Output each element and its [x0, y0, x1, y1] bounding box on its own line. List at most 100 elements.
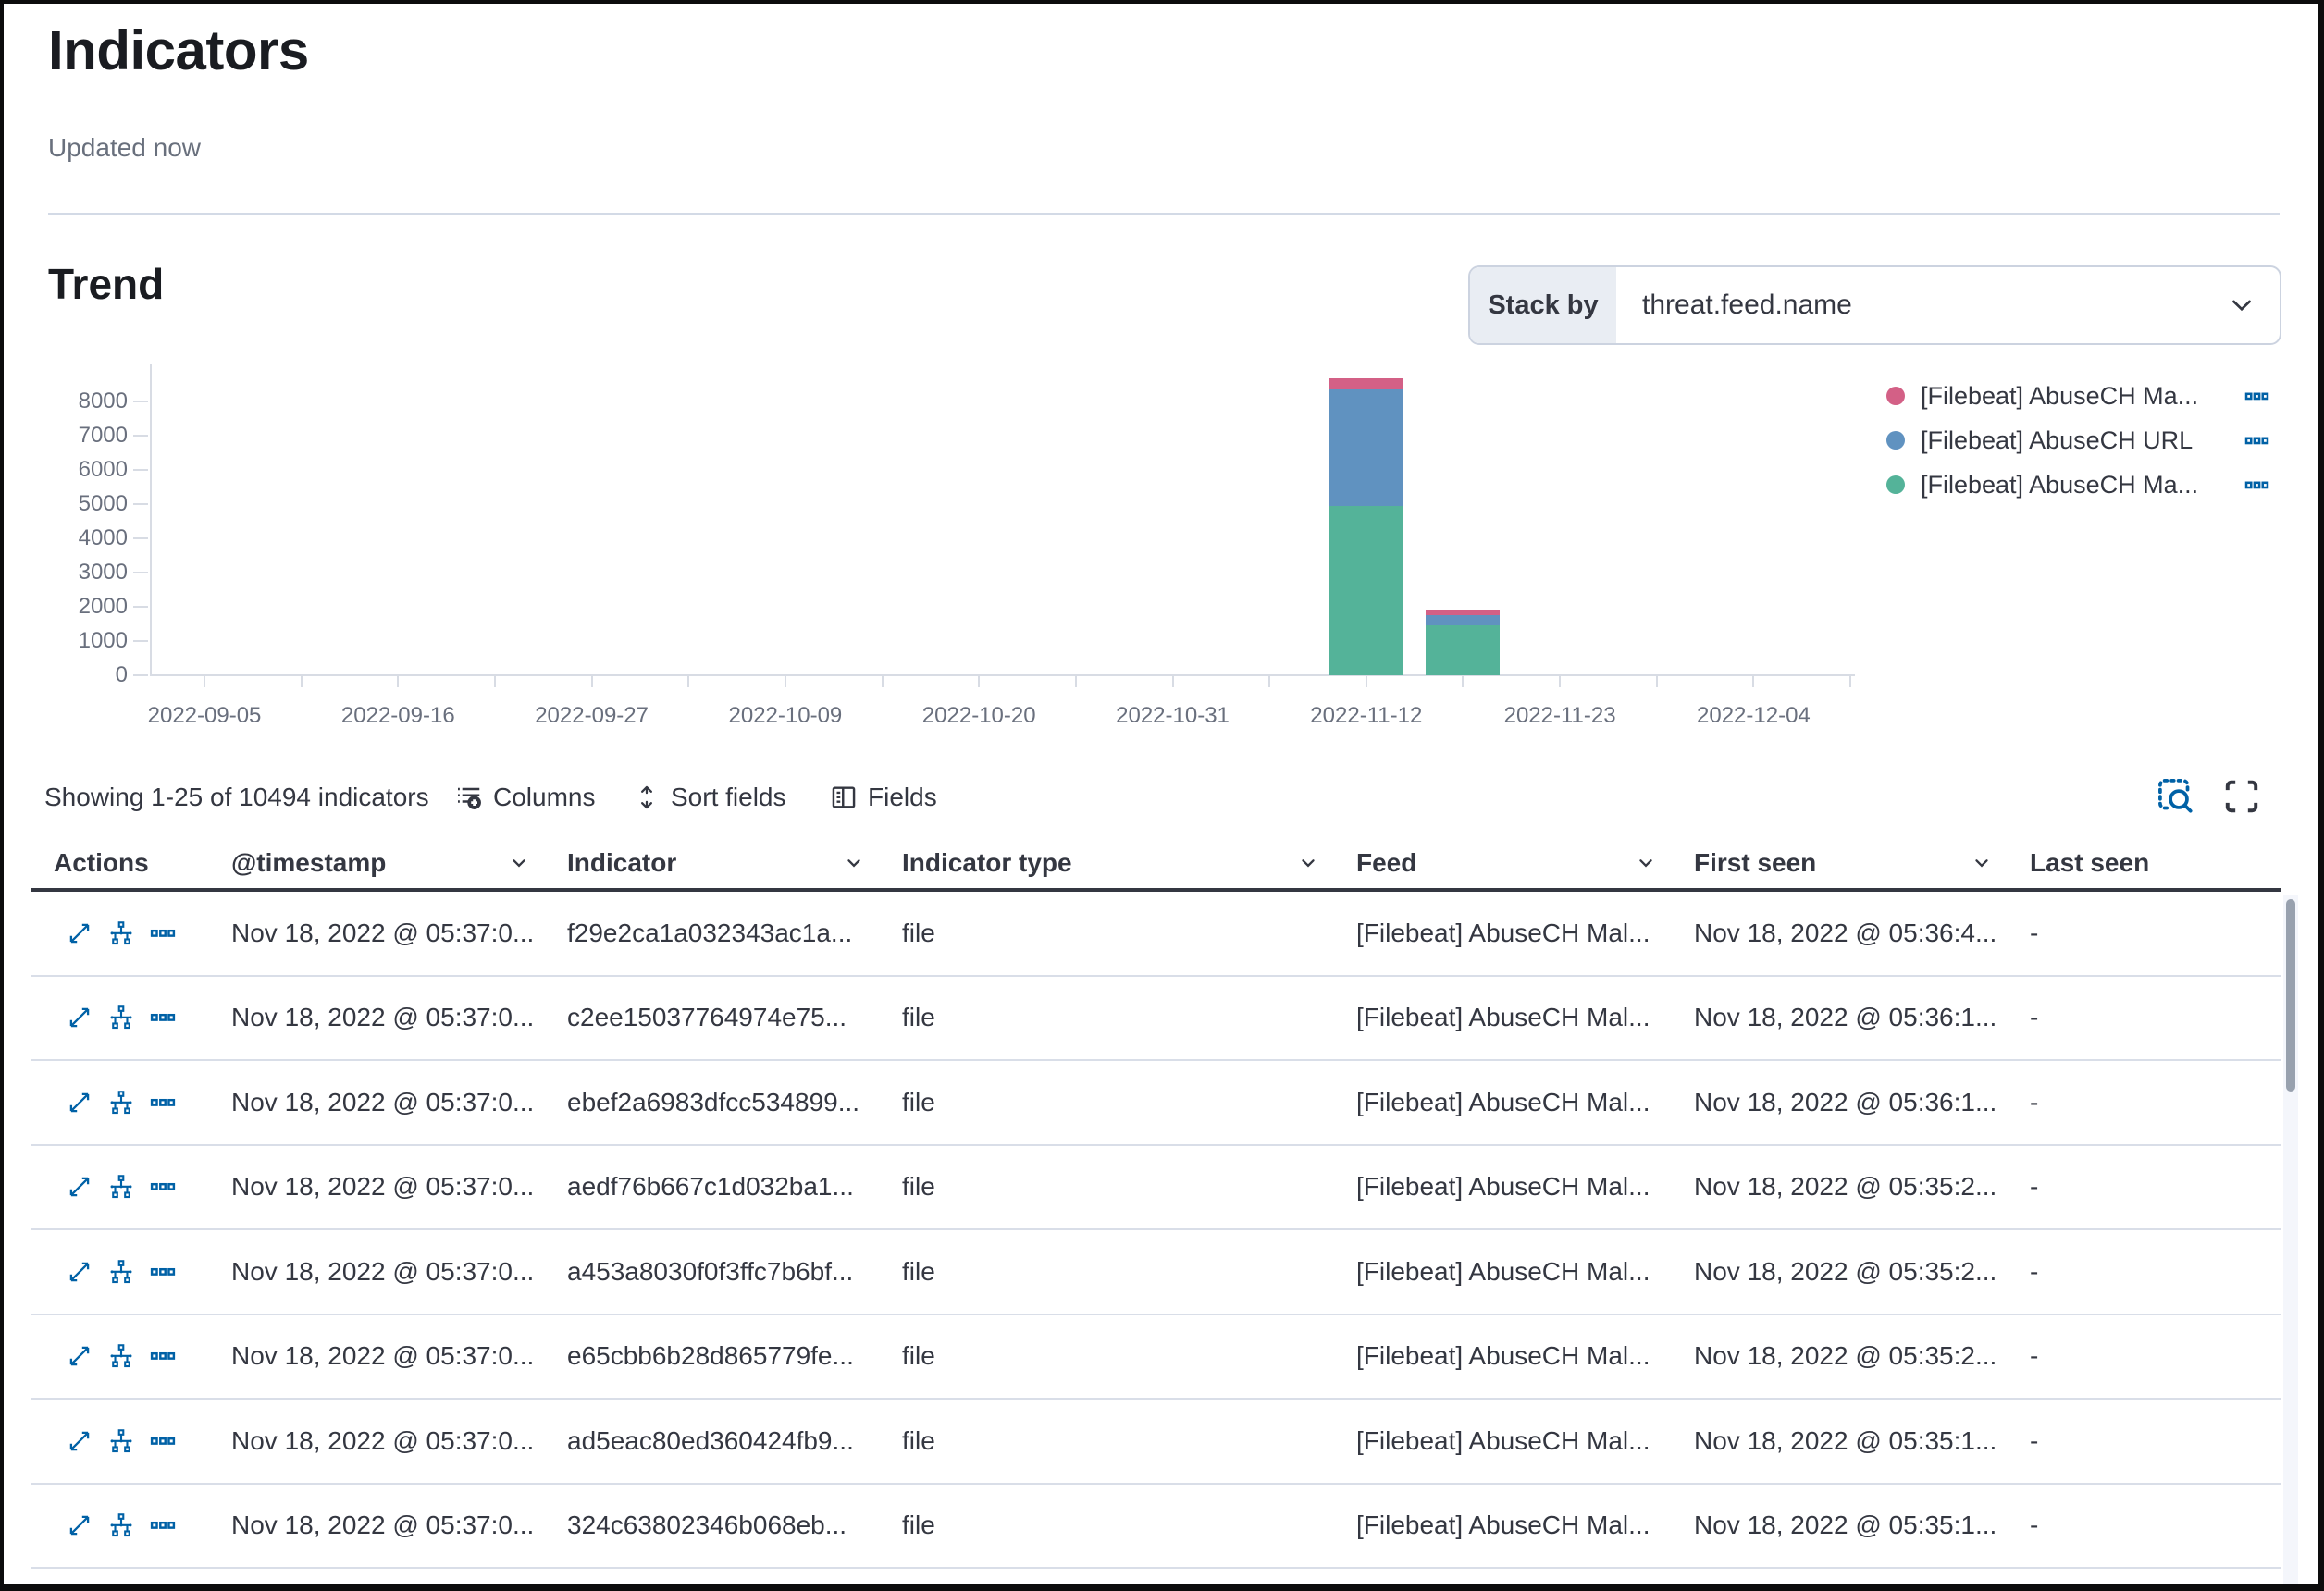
more-actions-icon[interactable]: [150, 1005, 176, 1030]
investigate-timeline-icon[interactable]: [108, 1259, 134, 1285]
more-actions-icon[interactable]: [150, 1090, 176, 1116]
last-seen-cell[interactable]: -: [2017, 1485, 2281, 1570]
column-header--timestamp[interactable]: @timestamp: [218, 838, 554, 888]
expand-icon[interactable]: [67, 1512, 93, 1538]
sort-fields-button[interactable]: Sort fields: [633, 777, 786, 818]
first-seen-cell[interactable]: Nov 18, 2022 @ 05:35:2...: [1681, 1315, 2017, 1400]
legend-item[interactable]: [Filebeat] AbuseCH Ma...: [1886, 374, 2269, 418]
last-seen-cell[interactable]: -: [2017, 1315, 2281, 1400]
more-actions-icon[interactable]: [150, 1259, 176, 1285]
bar-segment[interactable]: [1329, 506, 1403, 675]
table-scrollbar-thumb[interactable]: [2286, 899, 2295, 1092]
feed-cell[interactable]: [Filebeat] AbuseCH Mal...: [1343, 977, 1681, 1062]
feed-cell[interactable]: [Filebeat] AbuseCH Mal...: [1343, 1315, 1681, 1400]
more-actions-icon[interactable]: [150, 1428, 176, 1454]
more-actions-icon[interactable]: [150, 1174, 176, 1200]
last-seen-cell[interactable]: -: [2017, 1400, 2281, 1485]
indicator-type-cell[interactable]: file: [889, 892, 1343, 977]
chevron-down-icon[interactable]: [508, 852, 530, 874]
indicator-type-cell[interactable]: file: [889, 1230, 1343, 1315]
legend-more-actions-icon[interactable]: [2244, 428, 2269, 453]
indicator-cell[interactable]: e65cbb6b28d865779fe...: [554, 1315, 889, 1400]
timestamp-cell[interactable]: Nov 18, 2022 @ 05:37:0...: [218, 892, 554, 977]
first-seen-cell[interactable]: Nov 18, 2022 @ 05:35:1...: [1681, 1485, 2017, 1570]
indicator-type-cell[interactable]: file: [889, 1485, 1343, 1570]
stacked-bar[interactable]: [1329, 378, 1403, 675]
last-seen-cell[interactable]: -: [2017, 1230, 2281, 1315]
bar-segment[interactable]: [1426, 625, 1500, 675]
chevron-down-icon[interactable]: [1971, 852, 1993, 874]
bar-segment[interactable]: [1329, 378, 1403, 389]
chevron-down-icon[interactable]: [1297, 852, 1319, 874]
column-header-first-seen[interactable]: First seen: [1681, 838, 2017, 888]
feed-cell[interactable]: [Filebeat] AbuseCH Mal...: [1343, 1400, 1681, 1485]
expand-icon[interactable]: [67, 1259, 93, 1285]
expand-icon[interactable]: [67, 1428, 93, 1454]
investigate-timeline-icon[interactable]: [108, 920, 134, 946]
more-actions-icon[interactable]: [150, 1343, 176, 1369]
column-header-indicator[interactable]: Indicator: [554, 838, 889, 888]
stack-by-value[interactable]: threat.feed.name: [1616, 267, 2226, 343]
indicator-cell[interactable]: ebef2a6983dfcc534899...: [554, 1061, 889, 1146]
first-seen-cell[interactable]: Nov 18, 2022 @ 05:35:2...: [1681, 1230, 2017, 1315]
chevron-down-icon[interactable]: [2226, 290, 2257, 321]
feed-cell[interactable]: [Filebeat] AbuseCH Mal...: [1343, 892, 1681, 977]
indicator-type-cell[interactable]: file: [889, 1061, 1343, 1146]
last-seen-cell[interactable]: -: [2017, 1061, 2281, 1146]
timestamp-cell[interactable]: Nov 18, 2022 @ 05:37:0...: [218, 1061, 554, 1146]
more-actions-icon[interactable]: [150, 1512, 176, 1538]
timestamp-cell[interactable]: Nov 18, 2022 @ 05:37:0...: [218, 977, 554, 1062]
stack-by-select[interactable]: Stack by threat.feed.name: [1468, 265, 2281, 345]
feed-cell[interactable]: [Filebeat] AbuseCH Mal...: [1343, 1061, 1681, 1146]
inspect-button[interactable]: [2154, 774, 2196, 817]
column-header-indicator-type[interactable]: Indicator type: [889, 838, 1343, 888]
indicator-cell[interactable]: ad5eac80ed360424fb9...: [554, 1400, 889, 1485]
fullscreen-button[interactable]: [2222, 777, 2261, 816]
legend-more-actions-icon[interactable]: [2244, 384, 2269, 409]
indicator-cell[interactable]: aedf76b667c1d032ba1...: [554, 1146, 889, 1231]
last-seen-cell[interactable]: -: [2017, 1146, 2281, 1231]
expand-icon[interactable]: [67, 1090, 93, 1116]
investigate-timeline-icon[interactable]: [108, 1090, 134, 1116]
legend-item[interactable]: [Filebeat] AbuseCH Ma...: [1886, 462, 2269, 507]
indicator-type-cell[interactable]: file: [889, 977, 1343, 1062]
expand-icon[interactable]: [67, 920, 93, 946]
timestamp-cell[interactable]: Nov 18, 2022 @ 05:37:0...: [218, 1485, 554, 1570]
timestamp-cell[interactable]: Nov 18, 2022 @ 05:37:0...: [218, 1146, 554, 1231]
indicator-cell[interactable]: f29e2ca1a032343ac1a...: [554, 892, 889, 977]
bar-segment[interactable]: [1426, 615, 1500, 625]
indicator-type-cell[interactable]: file: [889, 1315, 1343, 1400]
columns-button[interactable]: Columns: [455, 777, 595, 818]
first-seen-cell[interactable]: Nov 18, 2022 @ 05:36:4...: [1681, 892, 2017, 977]
first-seen-cell[interactable]: Nov 18, 2022 @ 05:36:1...: [1681, 977, 2017, 1062]
timestamp-cell[interactable]: Nov 18, 2022 @ 05:37:0...: [218, 1400, 554, 1485]
indicator-type-cell[interactable]: file: [889, 1146, 1343, 1231]
legend-item[interactable]: [Filebeat] AbuseCH URL: [1886, 418, 2269, 462]
feed-cell[interactable]: [Filebeat] AbuseCH Mal...: [1343, 1146, 1681, 1231]
indicator-cell[interactable]: a453a8030f0f3ffc7b6bf...: [554, 1230, 889, 1315]
investigate-timeline-icon[interactable]: [108, 1174, 134, 1200]
first-seen-cell[interactable]: Nov 18, 2022 @ 05:35:1...: [1681, 1400, 2017, 1485]
investigate-timeline-icon[interactable]: [108, 1512, 134, 1538]
more-actions-icon[interactable]: [150, 920, 176, 946]
expand-icon[interactable]: [67, 1005, 93, 1030]
bar-segment[interactable]: [1329, 389, 1403, 506]
investigate-timeline-icon[interactable]: [108, 1343, 134, 1369]
legend-more-actions-icon[interactable]: [2244, 473, 2269, 498]
chevron-down-icon[interactable]: [1635, 852, 1657, 874]
last-seen-cell[interactable]: -: [2017, 977, 2281, 1062]
stacked-bar[interactable]: [1426, 610, 1500, 675]
indicator-type-cell[interactable]: file: [889, 1400, 1343, 1485]
indicator-cell[interactable]: c2ee15037764974e75...: [554, 977, 889, 1062]
expand-icon[interactable]: [67, 1343, 93, 1369]
timestamp-cell[interactable]: Nov 18, 2022 @ 05:37:0...: [218, 1315, 554, 1400]
fields-button[interactable]: Fields: [830, 777, 937, 818]
column-header-feed[interactable]: Feed: [1343, 838, 1681, 888]
first-seen-cell[interactable]: Nov 18, 2022 @ 05:36:1...: [1681, 1061, 2017, 1146]
indicator-cell[interactable]: 324c63802346b068eb...: [554, 1485, 889, 1570]
feed-cell[interactable]: [Filebeat] AbuseCH Mal...: [1343, 1485, 1681, 1570]
feed-cell[interactable]: [Filebeat] AbuseCH Mal...: [1343, 1230, 1681, 1315]
expand-icon[interactable]: [67, 1174, 93, 1200]
chevron-down-icon[interactable]: [843, 852, 865, 874]
last-seen-cell[interactable]: -: [2017, 892, 2281, 977]
